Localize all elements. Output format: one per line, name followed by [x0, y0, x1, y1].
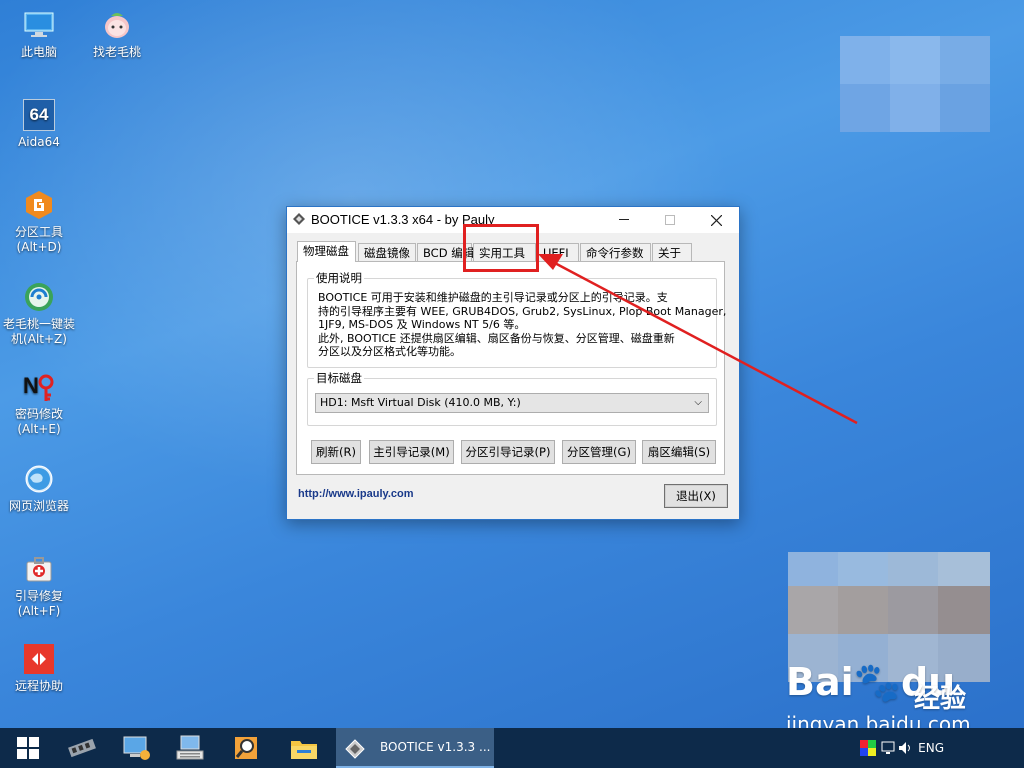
start-button[interactable]: [0, 728, 56, 768]
desktop-icon-remote-assist[interactable]: 远程协助: [0, 642, 78, 694]
minimize-icon: [619, 219, 629, 220]
pbr-button[interactable]: 分区引导记录(P): [461, 440, 555, 464]
one-click-install-icon: [22, 280, 56, 314]
remote-assist-icon: [22, 642, 56, 676]
website-link[interactable]: http://www.ipauly.com: [298, 488, 414, 500]
taskbar-bootice-label: BOOTICE v1.3.3 ...: [380, 740, 491, 754]
minimize-button[interactable]: [601, 207, 647, 233]
language-indicator[interactable]: ENG: [918, 741, 944, 755]
close-icon: [710, 214, 722, 226]
magnifier-icon: [235, 737, 257, 759]
target-disk-dropdown[interactable]: HD1: Msft Virtual Disk (410.0 MB, Y:) ⌵: [315, 393, 709, 413]
watermark-jingyan: 经验: [914, 684, 967, 714]
desktop-icon-boot-repair[interactable]: 引导修复 (Alt+F): [0, 552, 78, 619]
target-disk-selected: HD1: Msft Virtual Disk (410.0 MB, Y:): [320, 396, 521, 409]
desktop-icon-find-laomaotao[interactable]: 找老毛桃: [78, 8, 156, 60]
mbr-button[interactable]: 主引导记录(M): [369, 440, 454, 464]
chevron-down-icon: ⌵: [694, 397, 702, 408]
taskbar-computer-app[interactable]: [108, 728, 164, 768]
tab-panel-physical-disk: 使用说明 BOOTICE 可用于安装和维护磁盘的主引导记录或分区上的引导记录。支…: [296, 261, 727, 475]
bootice-app-icon: [344, 738, 366, 763]
usage-description: BOOTICE 可用于安装和维护磁盘的主引导记录或分区上的引导记录。支 持的引导…: [318, 291, 727, 358]
bootice-app-icon: [292, 212, 306, 229]
taskbar-bootice-task[interactable]: BOOTICE v1.3.3 ...: [336, 728, 494, 768]
maximize-button[interactable]: [647, 207, 693, 233]
folder-icon: [291, 741, 317, 759]
network-icon[interactable]: [880, 740, 896, 759]
tab-uefi[interactable]: UEFI: [537, 243, 579, 261]
volume-icon[interactable]: [898, 740, 912, 759]
color-display-icon[interactable]: [860, 740, 876, 759]
desktop: 此电脑 找老毛桃 64 Aida64 分区工具 (Alt+D) 老毛桃一键装 机…: [0, 0, 1024, 768]
taskbar-file-explorer[interactable]: [276, 728, 332, 768]
web-browser-icon: [22, 462, 56, 496]
usage-group: 使用说明 BOOTICE 可用于安装和维护磁盘的主引导记录或分区上的引导记录。支…: [307, 270, 727, 368]
annotation-highlight-box: [463, 224, 539, 272]
computer-network-icon: [123, 736, 150, 760]
exit-button[interactable]: 退出(X): [664, 484, 728, 508]
taskbar-chip-app[interactable]: [54, 728, 110, 768]
usage-group-label: 使用说明: [314, 270, 364, 286]
taskbar: BOOTICE v1.3.3 ... ENG: [0, 728, 1024, 768]
desktop-icon-aida64[interactable]: 64 Aida64: [0, 98, 78, 150]
close-button[interactable]: [693, 207, 739, 233]
sector-edit-button[interactable]: 扇区编辑(S): [642, 440, 716, 464]
desktop-icon-partition-tool[interactable]: 分区工具 (Alt+D): [0, 188, 78, 255]
partition-tool-icon: [22, 188, 56, 222]
desktop-icon-one-click-install[interactable]: 老毛桃一键装 机(Alt+Z): [0, 280, 78, 347]
memory-chip-icon: [68, 738, 96, 758]
tab-disk-image[interactable]: 磁盘镜像: [358, 243, 416, 261]
desktop-icon-password-change[interactable]: N 密码修改 (Alt+E): [0, 370, 78, 437]
svg-text:N: N: [23, 373, 39, 398]
partition-manage-button[interactable]: 分区管理(G): [562, 440, 636, 464]
aida64-icon: 64: [22, 98, 56, 132]
peach-icon: [100, 8, 134, 42]
password-change-icon: N: [22, 370, 56, 404]
boot-repair-icon: [22, 552, 56, 586]
maximize-icon: [665, 215, 675, 225]
blurred-region-top-right: [840, 36, 990, 132]
keyboard-monitor-icon: [176, 735, 204, 760]
tab-physical-disk[interactable]: 物理磁盘: [297, 241, 356, 262]
refresh-button[interactable]: 刷新(R): [311, 440, 361, 464]
windows-logo-icon: [17, 737, 39, 759]
target-disk-label: 目标磁盘: [314, 370, 364, 386]
taskbar-search-app[interactable]: [218, 728, 274, 768]
this-pc-icon: [22, 8, 56, 42]
desktop-icon-web-browser[interactable]: 网页浏览器: [0, 462, 78, 514]
taskbar-keyboard-app[interactable]: [162, 728, 218, 768]
tab-about[interactable]: 关于: [652, 243, 692, 261]
tab-command-line[interactable]: 命令行参数: [580, 243, 651, 261]
desktop-icon-this-pc[interactable]: 此电脑: [0, 8, 78, 60]
target-disk-group: 目标磁盘 HD1: Msft Virtual Disk (410.0 MB, Y…: [307, 370, 717, 426]
